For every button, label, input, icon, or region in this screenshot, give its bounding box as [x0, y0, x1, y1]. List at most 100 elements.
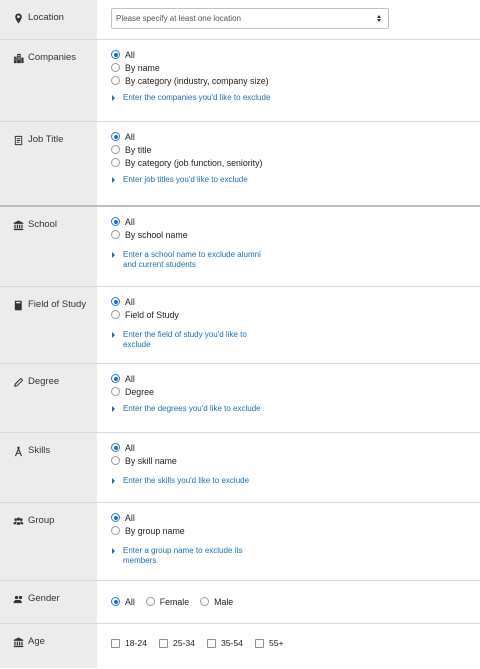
- option-label: By group name: [125, 525, 185, 536]
- radio-selected[interactable]: [111, 513, 120, 522]
- radio-selected[interactable]: [111, 297, 120, 306]
- radio[interactable]: [111, 158, 120, 167]
- radio[interactable]: [111, 145, 120, 154]
- compass-icon: [13, 445, 24, 457]
- school-option-all[interactable]: All: [111, 215, 480, 228]
- skills-option-all[interactable]: All: [111, 441, 480, 454]
- expand-triangle-icon: [112, 177, 115, 183]
- gender-option-female[interactable]: Female: [145, 595, 190, 608]
- job-title-row: Job Title All By title By category (job …: [0, 122, 480, 207]
- job-title-option-all[interactable]: All: [111, 130, 480, 143]
- id-card-icon: [13, 134, 24, 146]
- group-exclude-link[interactable]: Enter a group name to exclude its member…: [111, 546, 480, 566]
- option-label: All: [125, 596, 135, 607]
- job-title-label: Job Title: [28, 134, 64, 145]
- field-of-study-option-all[interactable]: All: [111, 295, 480, 308]
- school-exclude-link[interactable]: Enter a school name to exclude alumni an…: [111, 250, 480, 270]
- degree-option-all[interactable]: All: [111, 372, 480, 385]
- field-of-study-exclude-link[interactable]: Enter the field of study you'd like to e…: [111, 330, 480, 350]
- radio-selected[interactable]: [111, 443, 120, 452]
- companies-option-by-name[interactable]: By name: [111, 61, 480, 74]
- location-row: Location Please specify at least one loc…: [0, 0, 480, 40]
- radio-selected[interactable]: [111, 217, 120, 226]
- option-label: By category (industry, company size): [125, 75, 269, 86]
- degree-label-cell: Degree: [0, 364, 97, 432]
- age-label: Age: [28, 636, 45, 647]
- option-label: All: [125, 49, 135, 60]
- checkbox[interactable]: [254, 638, 264, 648]
- radio[interactable]: [111, 230, 120, 239]
- group-option-all[interactable]: All: [111, 511, 480, 524]
- option-label: 55+: [268, 638, 284, 648]
- option-label: Male: [214, 596, 234, 607]
- option-label: By name: [125, 62, 160, 73]
- pen-icon: [13, 376, 24, 388]
- option-label: All: [125, 512, 135, 523]
- option-label: By category (job function, seniority): [125, 157, 263, 168]
- radio[interactable]: [111, 63, 120, 72]
- field-of-study-option-field[interactable]: Field of Study: [111, 308, 480, 321]
- checkbox[interactable]: [158, 638, 168, 648]
- school-row: School All By school name Enter a school…: [0, 207, 480, 287]
- location-label-cell: Location: [0, 0, 97, 39]
- option-label: 35-54: [220, 638, 243, 648]
- exclude-text: Enter a group name to exclude its member…: [123, 546, 243, 565]
- expand-triangle-icon: [112, 252, 115, 258]
- companies-row: Companies All By name By category (indus…: [0, 40, 480, 122]
- radio-selected[interactable]: [111, 50, 120, 59]
- age-option-55-plus[interactable]: 55+: [254, 638, 284, 648]
- gender-label: Gender: [28, 593, 60, 604]
- radio[interactable]: [111, 76, 120, 85]
- radio[interactable]: [145, 597, 155, 606]
- job-title-label-cell: Job Title: [0, 122, 97, 205]
- radio-selected[interactable]: [111, 597, 120, 606]
- map-pin-icon: [13, 12, 24, 24]
- expand-triangle-icon: [112, 406, 115, 412]
- radio-selected[interactable]: [111, 132, 120, 141]
- age-option-35-54[interactable]: 35-54: [206, 638, 243, 648]
- skills-label: Skills: [28, 445, 51, 456]
- option-label: All: [125, 442, 135, 453]
- location-select[interactable]: Please specify at least one location: [111, 8, 389, 29]
- checkbox[interactable]: [206, 638, 216, 648]
- exclude-text: Enter the degrees you'd like to exclude: [123, 404, 261, 413]
- degree-exclude-link[interactable]: Enter the degrees you'd like to exclude: [111, 404, 480, 414]
- select-arrows-icon: [377, 15, 381, 22]
- job-title-option-by-category[interactable]: By category (job function, seniority): [111, 156, 480, 169]
- skills-option-by-skill-name[interactable]: By skill name: [111, 454, 480, 467]
- radio[interactable]: [111, 387, 120, 396]
- gender-option-all[interactable]: All: [111, 595, 135, 608]
- school-label-cell: School: [0, 207, 97, 286]
- job-title-option-by-title[interactable]: By title: [111, 143, 480, 156]
- gender-option-male[interactable]: Male: [200, 595, 233, 608]
- checkbox[interactable]: [111, 638, 120, 648]
- radio[interactable]: [111, 526, 120, 535]
- radio[interactable]: [111, 456, 120, 465]
- option-label: 25-34: [172, 638, 195, 648]
- companies-option-by-category[interactable]: By category (industry, company size): [111, 74, 480, 87]
- companies-label-cell: Companies: [0, 40, 97, 121]
- school-option-by-school-name[interactable]: By school name: [111, 228, 480, 241]
- location-label: Location: [28, 12, 64, 23]
- radio-selected[interactable]: [111, 374, 120, 383]
- option-label: Female: [159, 596, 190, 607]
- option-label: All: [125, 373, 135, 384]
- companies-option-all[interactable]: All: [111, 48, 480, 61]
- radio[interactable]: [200, 597, 210, 606]
- option-label: By skill name: [125, 455, 177, 466]
- field-of-study-row: Field of Study All Field of Study Enter …: [0, 287, 480, 364]
- skills-exclude-link[interactable]: Enter the skills you'd like to exclude: [111, 476, 480, 486]
- age-option-25-34[interactable]: 25-34: [158, 638, 195, 648]
- group-option-by-group-name[interactable]: By group name: [111, 524, 480, 537]
- expand-triangle-icon: [112, 332, 115, 338]
- degree-option-degree[interactable]: Degree: [111, 385, 480, 398]
- companies-exclude-link[interactable]: Enter the companies you'd like to exclud…: [111, 93, 480, 103]
- skills-label-cell: Skills: [0, 433, 97, 502]
- age-option-18-24[interactable]: 18-24: [111, 638, 147, 648]
- location-placeholder: Please specify at least one location: [116, 14, 241, 23]
- gender-row: Gender All Female Male: [0, 581, 480, 624]
- radio[interactable]: [111, 310, 120, 319]
- institution-icon: [13, 219, 24, 231]
- companies-label: Companies: [28, 52, 77, 63]
- job-title-exclude-link[interactable]: Enter job titles you'd like to exclude: [111, 175, 480, 185]
